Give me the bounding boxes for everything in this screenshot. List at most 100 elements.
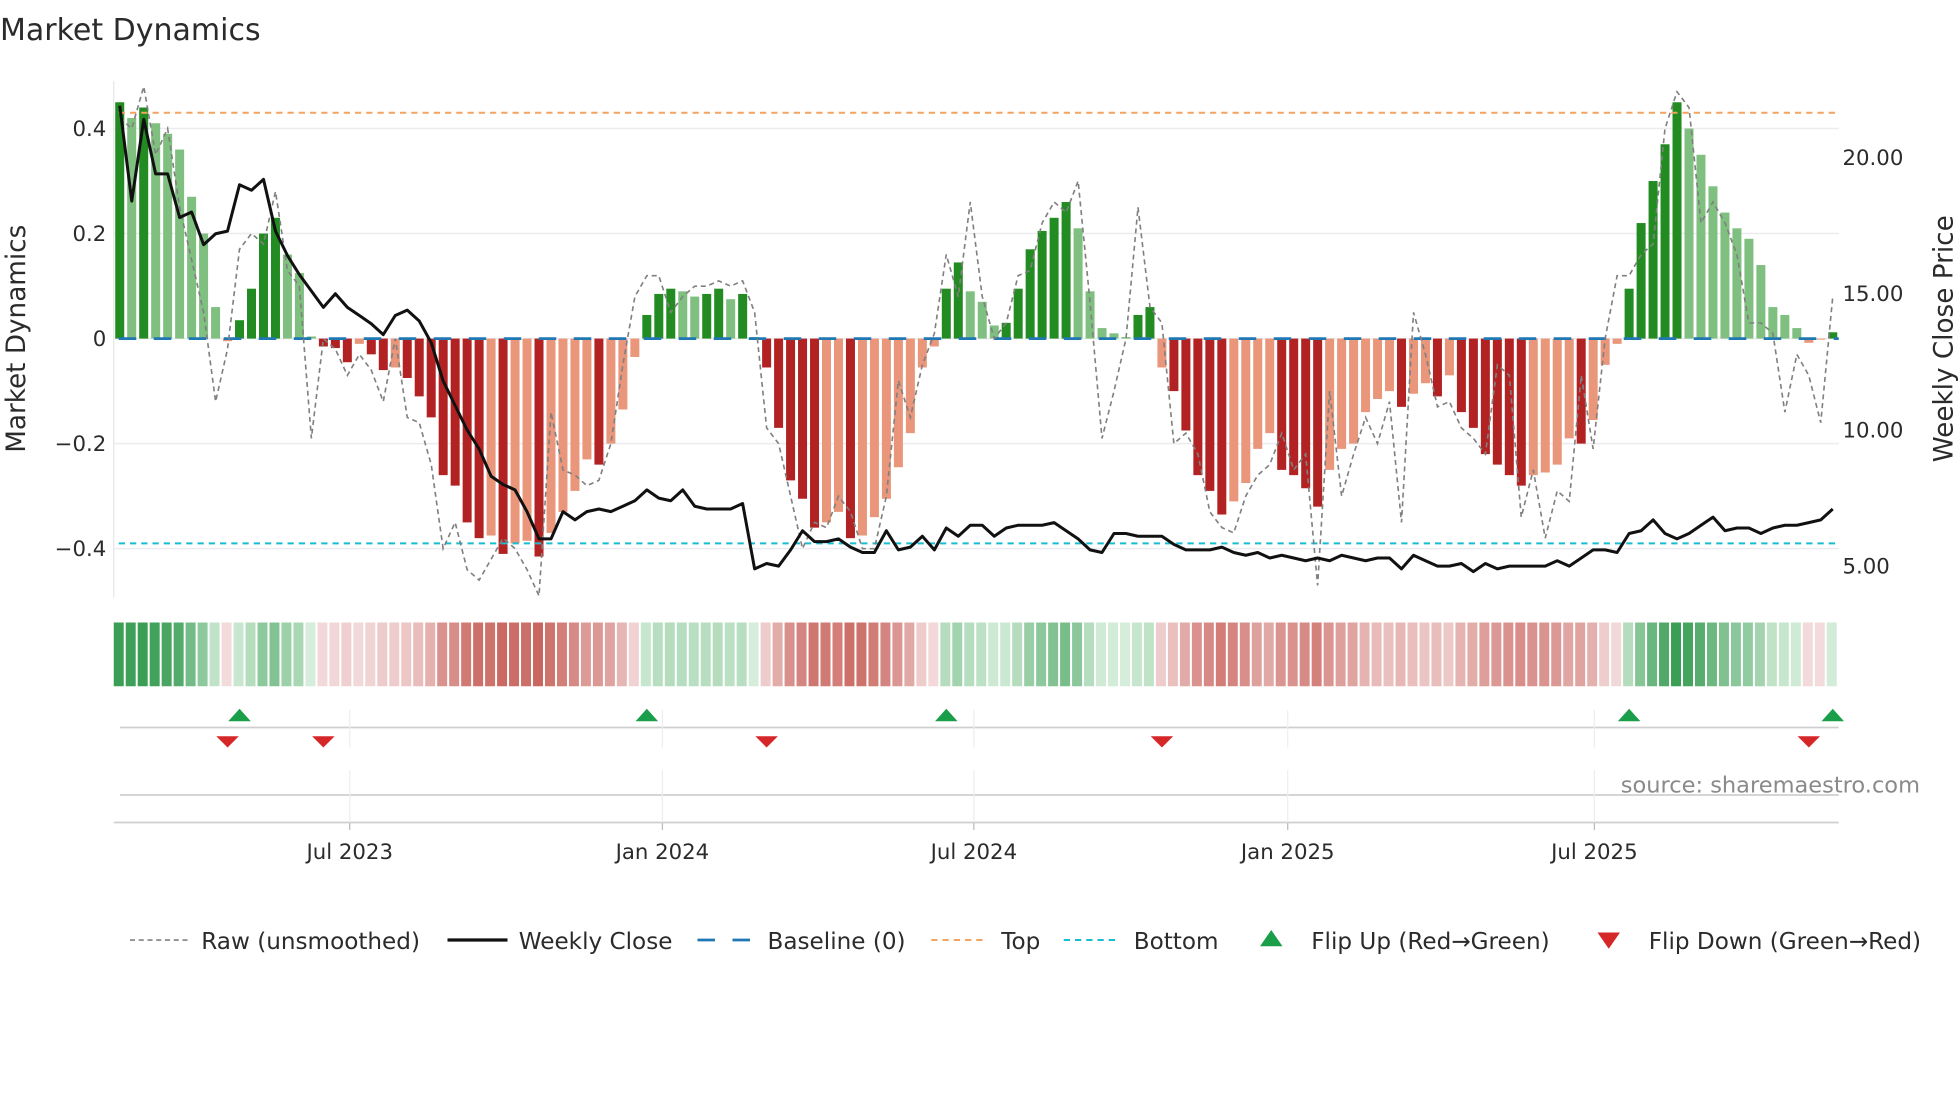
legend-label-close: Weekly Close [519,929,673,955]
momentum-bar [678,291,688,339]
momentum-bar [1588,338,1598,420]
momentum-bar [1349,338,1359,444]
momentum-bar [582,338,592,460]
legend-label-top: Top [1000,929,1040,955]
flip-down-marker [755,736,778,748]
heatmap-cell [808,622,819,687]
heatmap-cell [1275,622,1286,687]
heatmap-cell [1730,622,1741,687]
heatmap-cell [509,622,520,687]
flip-up-marker [935,708,958,722]
source-label: source: sharemaestro.com [1621,773,1920,799]
momentum-bar [1528,338,1538,476]
heatmap-cell [1371,622,1382,687]
heatmap-cell [1766,622,1777,687]
heatmap-cell [1551,622,1562,687]
momentum-bar [869,338,879,518]
heatmap-cell [616,622,627,687]
heatmap-cell [1623,622,1634,687]
heatmap-cell [1706,622,1717,687]
heatmap-cell [305,622,316,687]
heatmap-cell [1515,622,1526,687]
momentum-bar [941,288,951,339]
heatmap-cell [1742,622,1753,687]
heatmap-cell [389,622,400,687]
heatmap-cell [425,622,436,687]
heatmap-cell [1335,622,1346,687]
heatmap-cell [1239,622,1250,687]
momentum-bar [1696,154,1706,339]
y-axis-label: Market Dynamics [2,225,32,453]
flip-down-marker [312,736,335,748]
heatmap-cell [1287,622,1298,687]
momentum-bar [570,338,580,491]
legend-flip-up-icon [1260,930,1283,947]
heatmap-cell [1143,622,1154,687]
heatmap-cell [521,622,532,687]
heatmap-cell [1443,622,1454,687]
momentum-bar [558,338,568,512]
heatmap-cell [1647,622,1658,687]
momentum-bar [199,233,209,339]
heatmap-cell [688,622,699,687]
heatmap-cell [1419,622,1430,687]
legend-label-raw: Raw (unsmoothed) [201,929,420,955]
heatmap-cell [233,622,244,687]
heatmap-cell [1683,622,1693,687]
heatmap-cell [485,622,496,687]
momentum-bar [1217,338,1227,515]
momentum-bar [1576,338,1586,444]
heatmap-cell [269,622,280,687]
heatmap-cell [1167,622,1178,687]
momentum-bar [1432,338,1442,397]
flip-down-marker [1150,736,1174,748]
heatmap-cell [592,622,603,687]
heatmap-cell [1323,622,1334,687]
momentum-bar [893,338,903,468]
heatmap-cell [293,622,304,687]
heatmap-cell [568,622,579,687]
momentum-bar [690,296,700,339]
momentum-bar [1025,249,1035,339]
momentum-bar [1181,338,1191,431]
heatmap-cell [1203,622,1214,687]
heatmap-cell [317,622,328,687]
heatmap-cell [1790,622,1801,687]
momentum-bar [1732,228,1742,339]
momentum-bars [115,102,1838,557]
heatmap-cell [1012,622,1023,687]
y2-tick-label: 5.00 [1843,555,1890,580]
heatmap-cell [1527,622,1538,687]
momentum-bar [1552,338,1562,465]
momentum-bar [1241,338,1251,484]
heatmap-cell [329,622,340,687]
heatmap-cell [1802,622,1813,687]
momentum-bar [1756,265,1766,339]
heatmap-cell [1491,622,1502,687]
heatmap-cell [1395,622,1406,687]
y-tick-label: −0.2 [55,432,107,457]
y-tick-label: 0 [93,327,107,352]
momentum-bar [702,293,712,339]
momentum-bar [1169,338,1179,392]
momentum-bar [247,288,257,339]
heatmap-cell [700,622,711,687]
heatmap-cell [1587,622,1598,687]
heatmap-cell [760,622,771,687]
legend-label-flip_up: Flip Up (Red→Green) [1311,929,1549,955]
momentum-bar [1385,338,1395,392]
legend-label-baseline: Baseline (0) [768,929,906,955]
heatmap-cell [856,622,867,687]
x-tick-label: Jul 2023 [304,840,392,865]
heatmap-cell [676,622,687,687]
momentum-bar [1049,217,1059,339]
momentum-bar [474,338,484,539]
heatmap-cell [820,622,831,687]
momentum-bar [630,338,640,357]
heatmap-cell [341,622,352,687]
heatmap-cell [1575,622,1586,687]
momentum-bar [1229,338,1239,502]
heatmap-cell [1455,622,1466,687]
heatmap-cell [556,622,567,687]
momentum-bar [654,293,664,339]
